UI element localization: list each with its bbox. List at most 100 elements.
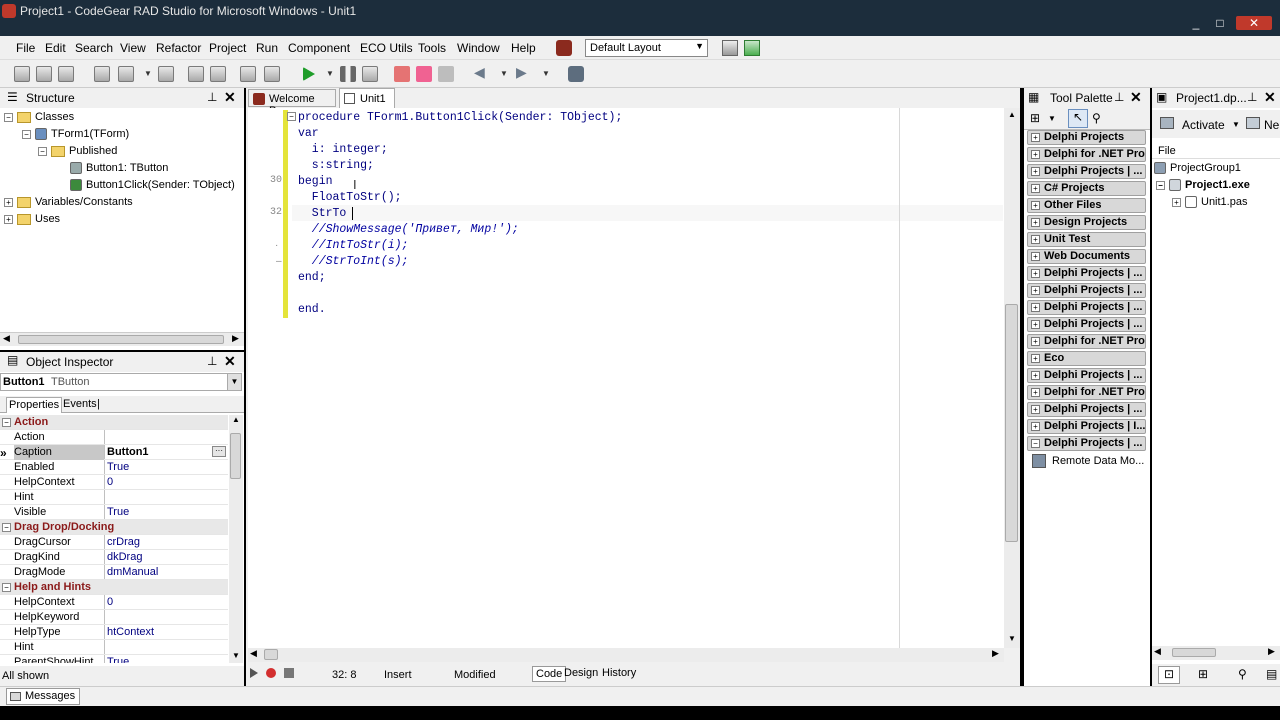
expand-icon[interactable]: + bbox=[1031, 302, 1040, 312]
property-row[interactable]: HelpContext 0 bbox=[0, 475, 228, 490]
property-row[interactable]: DragMode dmManual bbox=[0, 565, 228, 580]
close-file-icon[interactable] bbox=[210, 66, 226, 82]
property-category[interactable]: Drag Drop/Docking − bbox=[0, 520, 228, 535]
palette-category[interactable]: + Delphi for .NET Pro... bbox=[1027, 147, 1146, 162]
inspector-vscrollbar[interactable]: ▲ ▼ bbox=[229, 415, 243, 663]
pin-icon[interactable]: ⊥ bbox=[1247, 90, 1257, 104]
scroll-thumb[interactable] bbox=[1172, 648, 1216, 657]
pause-icon[interactable] bbox=[340, 66, 356, 82]
chevron-down-icon[interactable]: ▼ bbox=[144, 69, 152, 78]
tree-node-uses[interactable]: + Uses bbox=[4, 211, 60, 227]
property-row[interactable]: DragKind dkDrag bbox=[0, 550, 228, 565]
tree-node-button1click[interactable]: Button1Click(Sender: TObject) bbox=[70, 177, 235, 193]
scroll-right-icon[interactable]: ▶ bbox=[232, 333, 239, 344]
collapse-icon[interactable]: − bbox=[2, 583, 11, 592]
close-button[interactable]: ✕ bbox=[1236, 16, 1272, 30]
property-row[interactable]: HelpKeyword bbox=[0, 610, 228, 625]
scroll-right-icon[interactable]: ▶ bbox=[992, 648, 999, 659]
palette-category[interactable]: + Web Documents bbox=[1027, 249, 1146, 264]
scroll-left-icon[interactable]: ◀ bbox=[250, 648, 257, 659]
stop-macro-icon[interactable] bbox=[284, 668, 294, 678]
property-value[interactable]: True bbox=[107, 505, 225, 520]
property-value[interactable]: dkDrag bbox=[107, 550, 225, 565]
code-line[interactable]: //ShowMessage('Привет, Мир!'); bbox=[298, 222, 519, 238]
pointer-icon[interactable]: ↖ bbox=[1068, 109, 1088, 128]
menu-tools[interactable]: Tools bbox=[418, 41, 446, 55]
tree-node-published[interactable]: − Published bbox=[38, 143, 117, 159]
run-icon[interactable] bbox=[303, 67, 315, 81]
pin-icon[interactable]: ⊥ bbox=[1114, 90, 1124, 104]
scroll-down-icon[interactable]: ▼ bbox=[1008, 634, 1016, 643]
scroll-thumb[interactable] bbox=[1005, 304, 1018, 542]
model-view-icon[interactable]: ⊞ bbox=[1198, 667, 1208, 681]
activate-icon[interactable] bbox=[1160, 117, 1174, 129]
categories-icon[interactable]: ⊞ bbox=[1030, 111, 1040, 125]
scroll-left-icon[interactable]: ◀ bbox=[3, 333, 10, 344]
scroll-up-icon[interactable]: ▲ bbox=[232, 415, 240, 424]
property-value[interactable]: True bbox=[107, 655, 225, 663]
tab-unit1[interactable]: Unit1 bbox=[339, 88, 395, 108]
chevron-down-icon[interactable]: ▼ bbox=[1232, 120, 1240, 129]
expand-icon[interactable]: + bbox=[1031, 319, 1040, 329]
help-contents-icon[interactable] bbox=[568, 66, 584, 82]
back-arrow-icon[interactable]: ◀ bbox=[474, 64, 490, 80]
save-desktop-icon[interactable] bbox=[722, 40, 738, 56]
close-icon[interactable]: ✕ bbox=[224, 353, 236, 370]
expand-icon[interactable]: + bbox=[4, 214, 13, 224]
new-button[interactable]: Ne bbox=[1264, 118, 1279, 132]
save-all-icon[interactable] bbox=[188, 66, 204, 82]
menu-help[interactable]: Help bbox=[511, 41, 536, 55]
expand-icon[interactable]: + bbox=[1031, 387, 1040, 397]
remove-from-project-icon[interactable] bbox=[264, 66, 280, 82]
property-row[interactable]: HelpType htContext bbox=[0, 625, 228, 640]
new-form-icon[interactable] bbox=[94, 66, 110, 82]
tree-node-variables[interactable]: + Variables/Constants bbox=[4, 194, 133, 210]
property-value[interactable]: crDrag bbox=[107, 535, 225, 550]
expand-icon[interactable]: + bbox=[1031, 217, 1040, 227]
property-value[interactable]: 0 bbox=[107, 475, 225, 490]
project-manager-tab-icon[interactable]: ⊡ bbox=[1158, 666, 1180, 684]
expand-icon[interactable]: + bbox=[1172, 197, 1181, 207]
tab-design[interactable]: Design bbox=[564, 667, 598, 679]
scroll-up-icon[interactable]: ▲ bbox=[1008, 110, 1016, 119]
palette-category[interactable]: + Design Projects bbox=[1027, 215, 1146, 230]
menu-refactor[interactable]: Refactor bbox=[156, 41, 201, 55]
menu-project[interactable]: Project bbox=[209, 41, 246, 55]
palette-category[interactable]: + Delphi Projects | ... bbox=[1027, 368, 1146, 383]
structure-hscrollbar[interactable]: ◀ ▶ bbox=[0, 332, 244, 346]
step-over-icon[interactable] bbox=[416, 66, 432, 82]
expand-icon[interactable]: + bbox=[1031, 132, 1040, 142]
expand-icon[interactable]: + bbox=[1031, 404, 1040, 414]
minimize-button[interactable]: _ bbox=[1186, 16, 1206, 30]
expand-icon[interactable]: + bbox=[1031, 421, 1040, 431]
expand-icon[interactable]: + bbox=[1031, 251, 1040, 261]
palette-category[interactable]: + Delphi Projects | ... bbox=[1027, 164, 1146, 179]
close-icon[interactable]: ✕ bbox=[224, 89, 236, 106]
add-to-project-icon[interactable] bbox=[240, 66, 256, 82]
palette-category[interactable]: + C# Projects bbox=[1027, 181, 1146, 196]
chevron-down-icon[interactable]: ▼ bbox=[227, 374, 241, 390]
property-value[interactable]: dmManual bbox=[107, 565, 225, 580]
project-node[interactable]: − Project1.exe bbox=[1156, 177, 1250, 193]
open-file-icon[interactable] bbox=[118, 66, 134, 82]
tab-code[interactable]: Code bbox=[532, 666, 567, 682]
code-line[interactable]: end. bbox=[298, 302, 326, 318]
tab-welcome-page[interactable]: Welcome Page bbox=[248, 89, 336, 117]
project-hscrollbar[interactable]: ◀ ▶ bbox=[1152, 646, 1280, 660]
menu-file[interactable]: File bbox=[16, 41, 35, 55]
property-value[interactable]: htContext bbox=[107, 625, 225, 640]
reset-program-icon[interactable] bbox=[362, 66, 378, 82]
property-row[interactable]: Action bbox=[0, 430, 228, 445]
palette-category[interactable]: + Delphi Projects | ... bbox=[1027, 283, 1146, 298]
property-row[interactable]: Caption Button1 bbox=[0, 445, 228, 460]
palette-category[interactable]: + Delphi Projects bbox=[1027, 130, 1146, 145]
play-macro-icon[interactable] bbox=[250, 668, 258, 678]
menu-eco-utils[interactable]: ECO Utils bbox=[360, 41, 413, 55]
open-project-icon[interactable] bbox=[58, 66, 74, 82]
palette-category[interactable]: + Delphi Projects | ... bbox=[1027, 317, 1146, 332]
scroll-thumb[interactable] bbox=[264, 649, 278, 660]
pin-icon[interactable]: ⊥ bbox=[207, 354, 217, 368]
palette-category[interactable]: + Delphi for .NET Pro... bbox=[1027, 385, 1146, 400]
expand-icon[interactable]: + bbox=[1031, 353, 1040, 363]
editor-vscrollbar[interactable]: ▲ ▼ bbox=[1004, 108, 1020, 648]
